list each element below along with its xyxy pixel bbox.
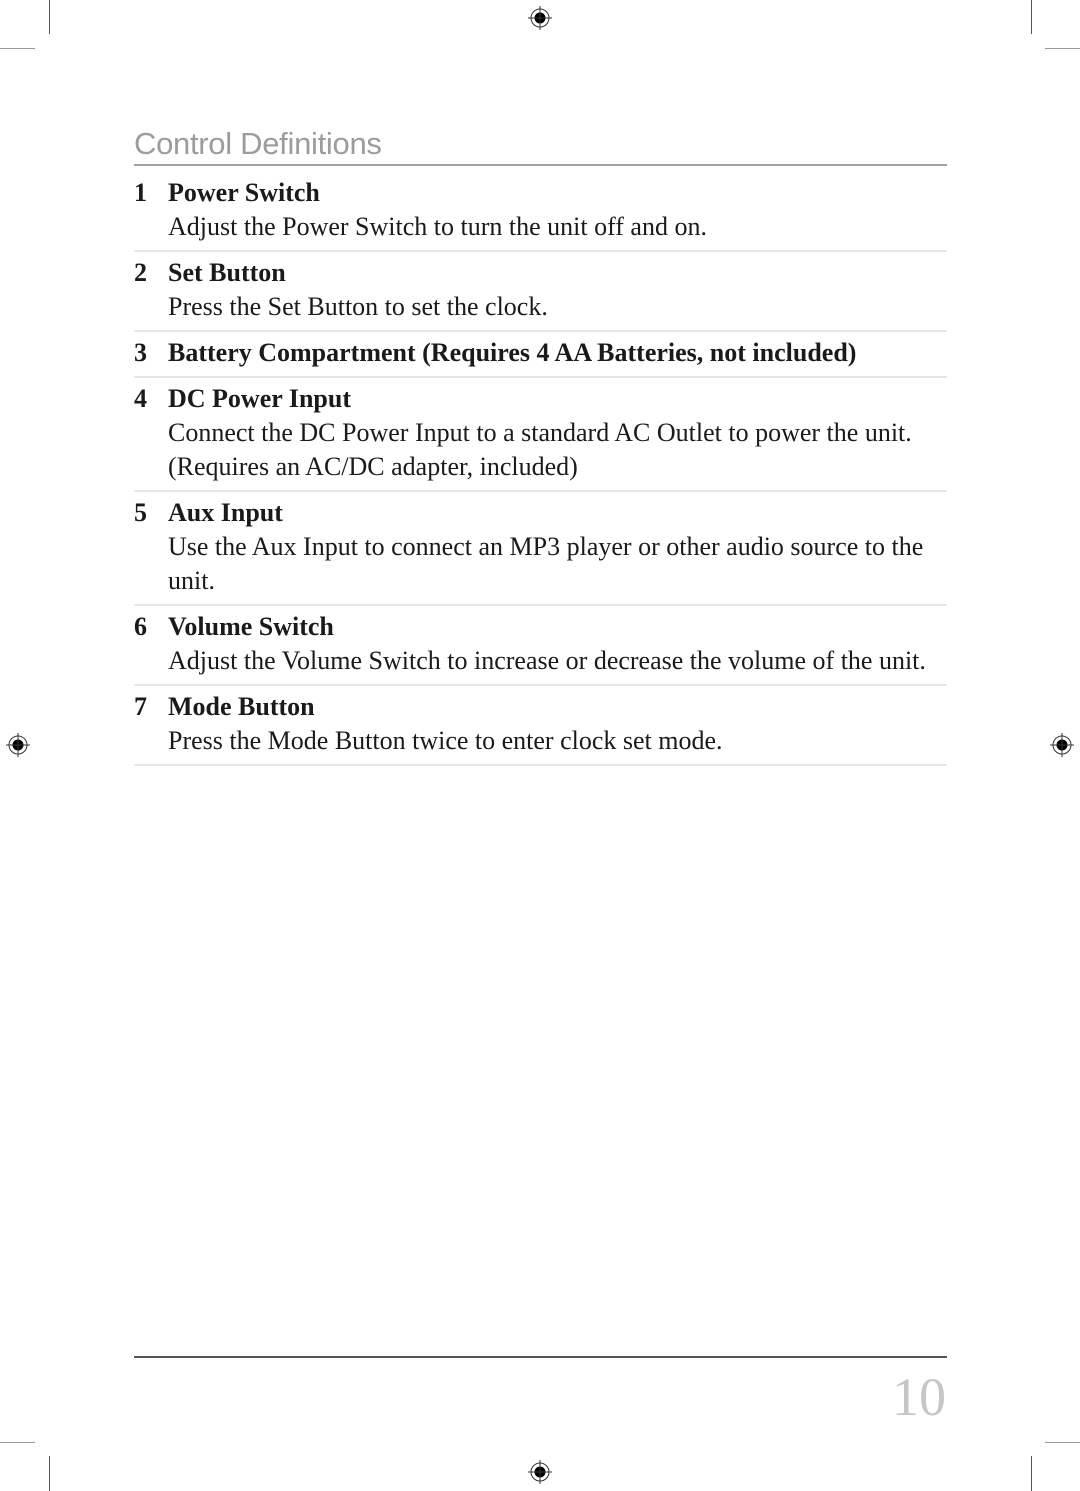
list-item: 3 Battery Compartment (Requires 4 AA Batt… — [134, 332, 947, 378]
item-number: 7 — [134, 692, 147, 721]
list-item: 1 Power Switch Adjust the Power Switch to… — [134, 172, 947, 252]
item-number: 6 — [134, 612, 147, 641]
item-description: Adjust the Volume Switch to increase or … — [168, 646, 926, 675]
registration-mark-icon — [6, 733, 30, 757]
item-number: 2 — [134, 258, 147, 287]
item-title: Battery Compartment (Requires 4 AA Batte… — [168, 338, 857, 367]
item-title: Power Switch — [168, 178, 320, 207]
crop-mark-bottom-left-v — [49, 1456, 50, 1491]
crop-mark-top-left-h — [0, 48, 35, 49]
item-title: DC Power Input — [168, 384, 351, 413]
list-item: 5 Aux Input Use the Aux Input to connect … — [134, 492, 947, 606]
item-number: 1 — [134, 178, 147, 207]
item-number: 5 — [134, 498, 147, 527]
list-item: 7 Mode Button Press the Mode Button twice… — [134, 686, 947, 766]
item-title: Set Button — [168, 258, 286, 287]
page-number: 10 — [892, 1367, 946, 1427]
list-item: 2 Set Button Press the Set Button to set … — [134, 252, 947, 332]
section-title: Control Definitions — [134, 126, 382, 161]
registration-mark-icon — [1050, 733, 1074, 757]
registration-mark-icon — [528, 6, 552, 30]
item-number: 3 — [134, 338, 147, 367]
list-item: 6 Volume Switch Adjust the Volume Switch … — [134, 606, 947, 686]
crop-mark-top-left-v — [49, 0, 50, 34]
item-title: Aux Input — [168, 498, 283, 527]
registration-mark-icon — [528, 1460, 552, 1484]
crop-mark-top-right-v — [1031, 0, 1032, 34]
item-title: Mode Button — [168, 692, 315, 721]
list-item: 4 DC Power Input Connect the DC Power Inp… — [134, 378, 947, 492]
crop-mark-bottom-left-h — [0, 1442, 35, 1443]
control-definitions-list: 1 Power Switch Adjust the Power Switch to… — [134, 172, 947, 766]
item-description: Adjust the Power Switch to turn the unit… — [168, 212, 707, 241]
title-divider — [134, 164, 947, 166]
item-description: Connect the DC Power Input to a standard… — [168, 418, 912, 481]
footer-divider — [134, 1356, 947, 1358]
item-title: Volume Switch — [168, 612, 334, 641]
crop-mark-bottom-right-h — [1045, 1442, 1080, 1443]
crop-mark-top-right-h — [1045, 48, 1080, 49]
item-number: 4 — [134, 384, 147, 413]
crop-mark-bottom-right-v — [1031, 1456, 1032, 1491]
item-description: Press the Mode Button twice to enter clo… — [168, 726, 723, 755]
item-description: Press the Set Button to set the clock. — [168, 292, 548, 321]
item-description: Use the Aux Input to connect an MP3 play… — [168, 532, 924, 595]
